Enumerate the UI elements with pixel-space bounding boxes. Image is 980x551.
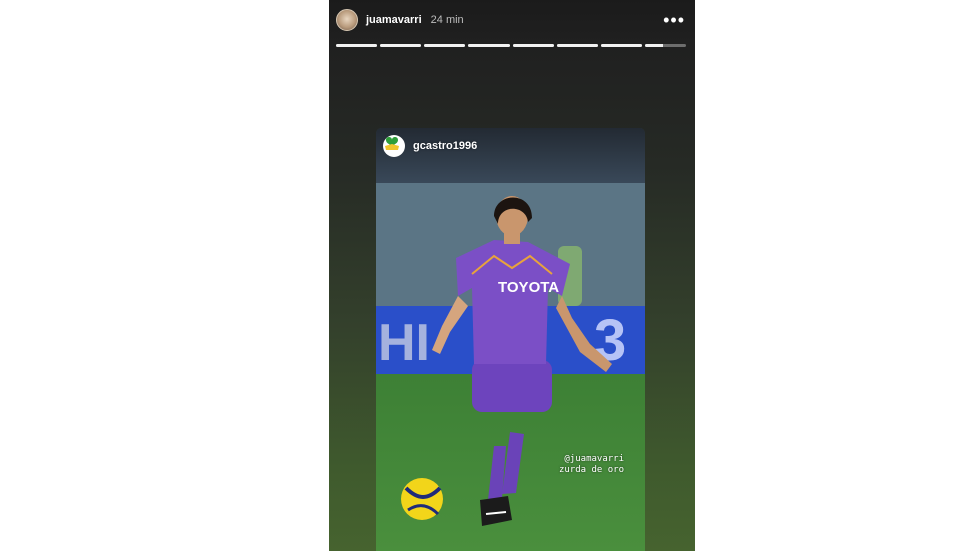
progress-segment-fill [600, 44, 642, 47]
progress-segment [600, 44, 642, 47]
more-horizontal-icon[interactable]: ••• [663, 11, 685, 29]
progress-segment [468, 44, 510, 47]
progress-segment-fill [424, 44, 466, 47]
story-timestamp: 24 min [430, 14, 464, 26]
progress-segment [644, 44, 686, 47]
story-progress-bar [336, 44, 686, 47]
progress-segment [336, 44, 378, 47]
progress-segment-fill [468, 44, 510, 47]
story-username[interactable]: juamavarri [366, 14, 422, 26]
jersey-sponsor: TOYOTA [498, 279, 559, 296]
story-header: juamavarri 24 min ••• [336, 8, 685, 32]
shared-post[interactable]: 3 HI TOYOTA gcastro1996 @juamavarri zurd… [376, 128, 645, 551]
progress-segment [424, 44, 466, 47]
player-photo: 3 HI TOYOTA [376, 128, 645, 551]
shared-post-username[interactable]: gcastro1996 [413, 140, 477, 152]
progress-segment-fill [644, 44, 664, 47]
progress-segment [380, 44, 422, 47]
progress-segment [556, 44, 598, 47]
progress-segment [512, 44, 554, 47]
progress-segment-fill [512, 44, 554, 47]
shared-post-header: gcastro1996 [383, 135, 477, 157]
caption-mention[interactable]: @juamavarri [559, 454, 624, 465]
caption-text: zurda de oro [558, 465, 624, 475]
progress-segment-fill [380, 44, 422, 47]
progress-segment-fill [336, 44, 378, 47]
svg-text:HI: HI [378, 314, 430, 372]
club-crest-icon[interactable] [383, 135, 405, 157]
progress-segment-fill [556, 44, 598, 47]
avatar[interactable] [336, 9, 358, 31]
story-caption: @juamavarri zurda de oro [559, 454, 624, 476]
